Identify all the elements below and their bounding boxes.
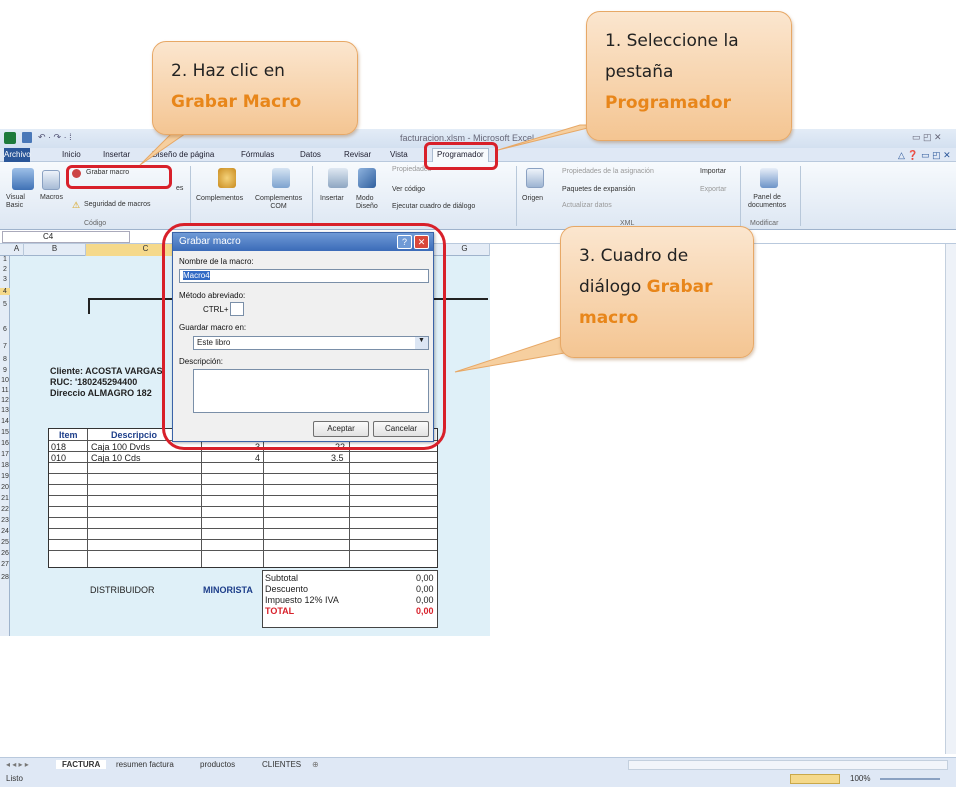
zoom-slider[interactable] [880,778,940,780]
pointer-1 [497,124,601,151]
horizontal-scrollbar[interactable] [628,760,948,770]
status-bar: ◂ ◂ ▸ ▸ FACTURA resumen factura producto… [0,757,956,787]
callout-step-2: 2. Haz clic en Grabar Macro [152,41,358,135]
callout-3-line2a: diálogo [579,277,647,297]
sheet-tab-productos[interactable]: productos [200,760,235,769]
callout-3-line3: macro [579,308,639,328]
status-ready: Listo [6,774,23,783]
callout-1-line1: 1. Seleccione la [605,31,739,51]
callout-step-3: 3. Cuadro de diálogo Grabar macro [560,226,754,358]
callout-1-line2: pestaña [605,62,674,82]
zoom-level[interactable]: 100% [850,774,870,783]
tutorial-screenshot: ↶ · ↷ · ⁞ facturacion.xlsm - Microsoft E… [0,0,956,787]
callout-3-line2b: Grabar [646,277,713,297]
callout-step-1: 1. Seleccione la pestaña Programador [586,11,792,141]
sheet-nav-icons[interactable]: ◂ ◂ ▸ ▸ [6,760,29,769]
callout-2-line1: 2. Haz clic en [171,61,285,81]
sheet-tab-resumen[interactable]: resumen factura [116,760,174,769]
callout-2-line2: Grabar Macro [171,92,302,112]
sheet-tab-clientes[interactable]: CLIENTES [262,760,301,769]
callout-pointers [139,119,601,373]
vertical-scrollbar[interactable] [945,244,956,754]
callout-3-line1: 3. Cuadro de [579,246,689,266]
view-buttons[interactable] [790,774,840,784]
callout-1-line3: Programador [605,93,731,113]
new-sheet-icon[interactable]: ⊕ [312,760,319,769]
sheet-tab-factura[interactable]: FACTURA [56,760,107,769]
